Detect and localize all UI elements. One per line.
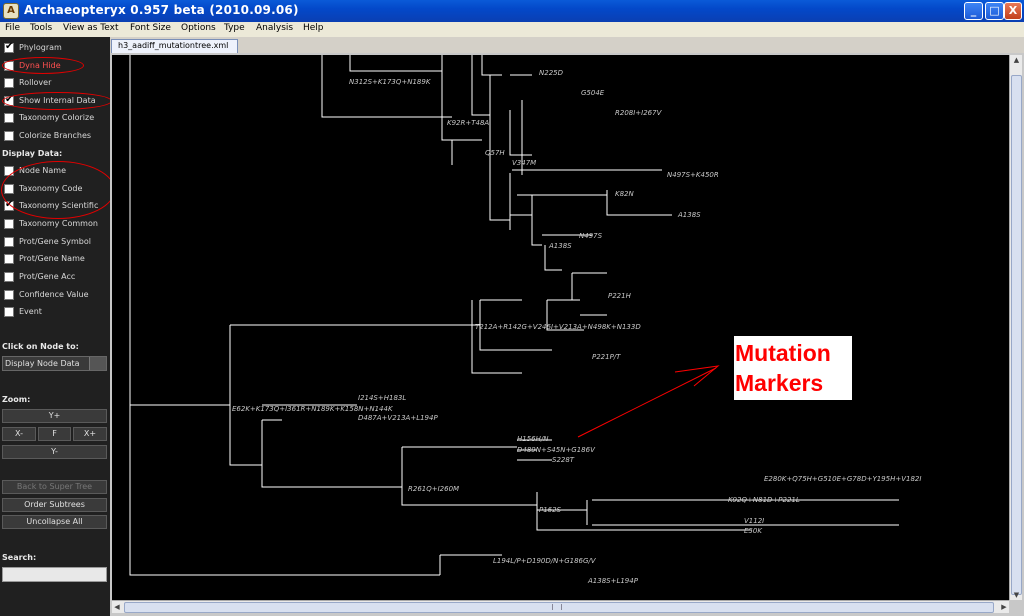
annotation-line-2: Markers	[735, 370, 824, 396]
mutation-markers-annotation: Mutation Markers	[734, 336, 852, 400]
annotation-arrow	[577, 365, 720, 438]
annotation-line-1: Mutation	[735, 340, 831, 366]
app-window: A Archaeopteryx 0.957 beta (2010.09.06) …	[0, 0, 1024, 616]
